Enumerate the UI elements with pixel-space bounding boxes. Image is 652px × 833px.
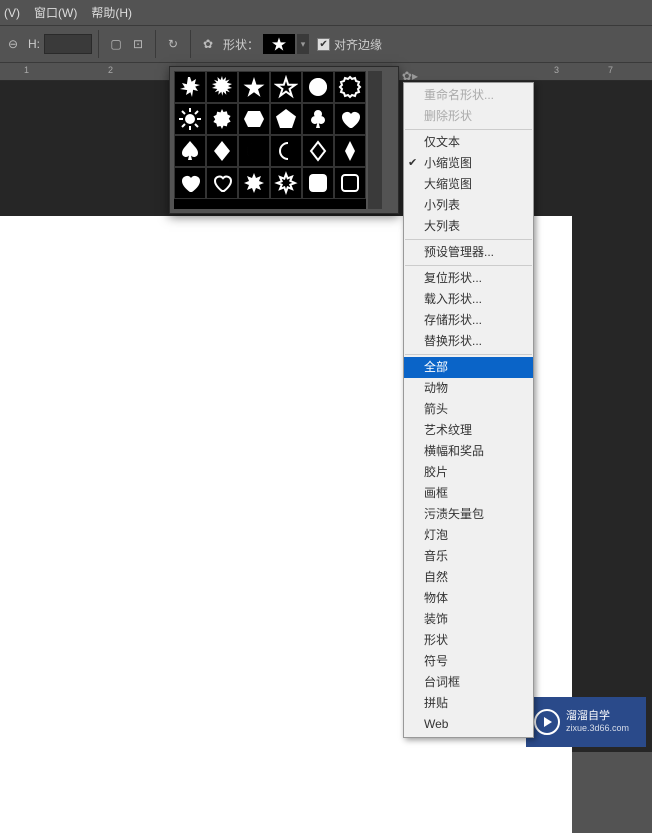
check-icon: ✔ bbox=[408, 153, 417, 174]
ruler-tick: 2 bbox=[108, 65, 113, 75]
shape-burst-12[interactable] bbox=[206, 71, 238, 103]
ctx-web[interactable]: Web bbox=[404, 714, 533, 735]
refresh-icon[interactable]: ↻ bbox=[163, 34, 183, 54]
height-input[interactable] bbox=[44, 34, 92, 54]
ctx-art[interactable]: 艺术纹理 bbox=[404, 420, 533, 441]
ctx-save[interactable]: 存储形状... bbox=[404, 310, 533, 331]
shape-label: 形状： bbox=[223, 36, 259, 53]
ctx-all[interactable]: 全部 bbox=[404, 357, 533, 378]
ctx-rename[interactable]: 重命名形状... bbox=[404, 85, 533, 106]
watermark: 溜溜自学 zixue.3d66.com bbox=[526, 697, 646, 747]
ctx-small-list[interactable]: 小列表 bbox=[404, 195, 533, 216]
shape-heart-fill2[interactable] bbox=[174, 167, 206, 199]
shape-gear[interactable] bbox=[206, 103, 238, 135]
ctx-music[interactable]: 音乐 bbox=[404, 546, 533, 567]
shape-grid bbox=[174, 71, 366, 209]
options-bar: ⊖ H: ▢ ⊡ ↻ ✿ 形状： ▾ ✔ 对齐边缘 bbox=[0, 25, 652, 63]
shape-panel-scrollbar[interactable] bbox=[368, 71, 382, 209]
ctx-symbols[interactable]: 符号 bbox=[404, 651, 533, 672]
shape-hexagon[interactable] bbox=[238, 103, 270, 135]
ctx-nature[interactable]: 自然 bbox=[404, 567, 533, 588]
shape-moon-outline[interactable] bbox=[270, 135, 302, 167]
menu-view[interactable]: (V) bbox=[4, 6, 20, 20]
ctx-text-only[interactable]: 仅文本 bbox=[404, 132, 533, 153]
shape-rounded-rect[interactable] bbox=[302, 167, 334, 199]
align-edges-checkbox[interactable]: ✔ bbox=[317, 38, 330, 51]
panel-menu-icon[interactable]: ✿▸ bbox=[402, 69, 418, 83]
align-edges-label: 对齐边缘 bbox=[334, 36, 382, 53]
shape-rounded-rect-outline[interactable] bbox=[334, 167, 366, 199]
watermark-site: zixue.3d66.com bbox=[566, 723, 629, 735]
shape-star-8-outline[interactable] bbox=[270, 167, 302, 199]
shape-swatch[interactable] bbox=[263, 34, 295, 54]
shape-star-5[interactable] bbox=[238, 71, 270, 103]
shape-star-5-outline[interactable] bbox=[270, 71, 302, 103]
menu-window[interactable]: 窗口(W) bbox=[34, 4, 77, 21]
ruler-tick: 7 bbox=[608, 65, 613, 75]
ctx-tiles[interactable]: 拼贴 bbox=[404, 693, 533, 714]
align-icon-1[interactable]: ▢ bbox=[106, 34, 126, 54]
ctx-bulbs[interactable]: 灯泡 bbox=[404, 525, 533, 546]
play-icon bbox=[534, 709, 560, 735]
ruler-tick: 3 bbox=[554, 65, 559, 75]
shape-club[interactable] bbox=[302, 103, 334, 135]
link-icon[interactable]: ⊖ bbox=[3, 34, 23, 54]
shape-sun-16[interactable] bbox=[174, 103, 206, 135]
ctx-reset[interactable]: 复位形状... bbox=[404, 268, 533, 289]
ctx-objects[interactable]: 物体 bbox=[404, 588, 533, 609]
ctx-arrows[interactable]: 箭头 bbox=[404, 399, 533, 420]
ctx-small-thumb[interactable]: ✔小缩览图 bbox=[404, 153, 533, 174]
ctx-frames[interactable]: 画框 bbox=[404, 483, 533, 504]
ctx-film[interactable]: 胶片 bbox=[404, 462, 533, 483]
ctx-ornaments[interactable]: 装饰 bbox=[404, 609, 533, 630]
shape-diamond-thin[interactable] bbox=[334, 135, 366, 167]
height-label: H: bbox=[28, 37, 40, 51]
menu-bar: (V) 窗口(W) 帮助(H) bbox=[0, 0, 652, 25]
shape-spade[interactable] bbox=[174, 135, 206, 167]
ctx-delete[interactable]: 删除形状 bbox=[404, 106, 533, 127]
ctx-replace[interactable]: 替换形状... bbox=[404, 331, 533, 352]
shape-heart-outline[interactable] bbox=[206, 167, 238, 199]
ctx-banners[interactable]: 横幅和奖品 bbox=[404, 441, 533, 462]
ctx-animals[interactable]: 动物 bbox=[404, 378, 533, 399]
shape-diamond[interactable] bbox=[206, 135, 238, 167]
shape-star-8[interactable] bbox=[238, 167, 270, 199]
context-menu: 重命名形状... 删除形状 仅文本 ✔小缩览图 大缩览图 小列表 大列表 预设管… bbox=[403, 82, 534, 738]
shape-moon-fill[interactable] bbox=[238, 135, 270, 167]
ctx-large-thumb[interactable]: 大缩览图 bbox=[404, 174, 533, 195]
gear-icon[interactable]: ✿ bbox=[198, 34, 218, 54]
shape-diamond-outline[interactable] bbox=[302, 135, 334, 167]
ctx-shapes[interactable]: 形状 bbox=[404, 630, 533, 651]
shape-picker-panel: ✿▸ bbox=[169, 66, 399, 214]
watermark-brand: 溜溜自学 bbox=[566, 709, 629, 723]
ctx-large-list[interactable]: 大列表 bbox=[404, 216, 533, 237]
align-icon-2[interactable]: ⊡ bbox=[128, 34, 148, 54]
ctx-preset-mgr[interactable]: 预设管理器... bbox=[404, 242, 533, 263]
shape-dropdown-arrow[interactable]: ▾ bbox=[297, 34, 309, 54]
ctx-load[interactable]: 载入形状... bbox=[404, 289, 533, 310]
ctx-grime[interactable]: 污渍矢量包 bbox=[404, 504, 533, 525]
shape-seal[interactable] bbox=[334, 71, 366, 103]
shape-pentagon[interactable] bbox=[270, 103, 302, 135]
shape-heart[interactable] bbox=[334, 103, 366, 135]
menu-help[interactable]: 帮助(H) bbox=[91, 4, 132, 21]
shape-blob[interactable] bbox=[302, 71, 334, 103]
ctx-talk[interactable]: 台词框 bbox=[404, 672, 533, 693]
ruler-tick: 1 bbox=[24, 65, 29, 75]
shape-sun-8[interactable] bbox=[174, 71, 206, 103]
